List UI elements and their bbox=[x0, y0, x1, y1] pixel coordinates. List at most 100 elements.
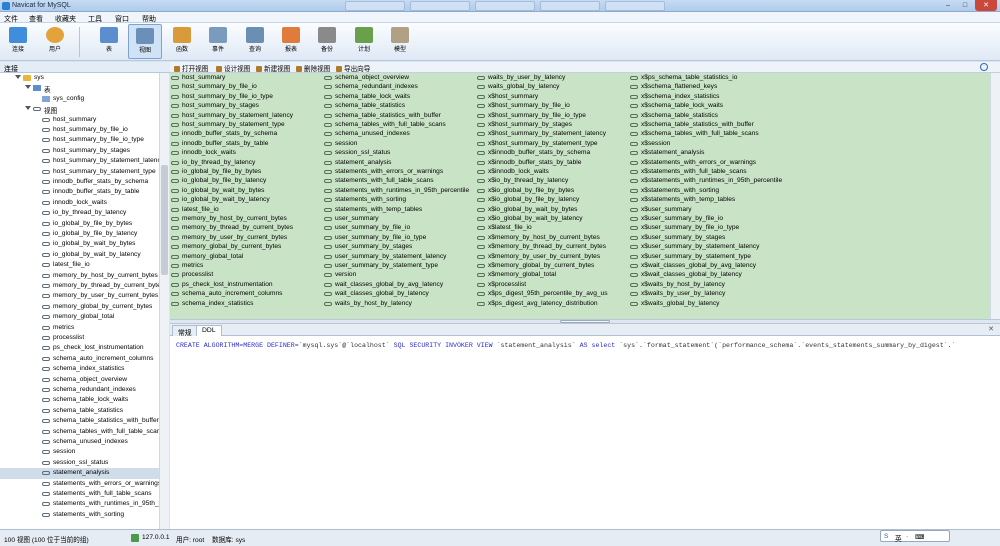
status-bar: 100 视图 (100 位于当前的组) 127.0.0.1 用户: root 数… bbox=[0, 529, 1000, 546]
tree-item-view[interactable]: innodb_lock_waits bbox=[0, 198, 159, 208]
view-item-label: metrics bbox=[182, 262, 204, 269]
tree-item-view[interactable]: host_summary_by_statement_type bbox=[0, 167, 159, 177]
open-view-button[interactable]: 打开视图 bbox=[174, 63, 208, 73]
tree-item-view[interactable]: schema_redundant_indexes bbox=[0, 385, 159, 395]
view-icon bbox=[477, 188, 485, 193]
tree-item-sys-config[interactable]: sys_config bbox=[0, 94, 159, 104]
tree-item-view[interactable]: schema_auto_increment_columns bbox=[0, 354, 159, 364]
view-icon bbox=[42, 356, 50, 361]
delete-view-button[interactable]: 删除视图 bbox=[296, 63, 330, 73]
view-icon bbox=[42, 159, 50, 164]
tree-item-view[interactable]: statements_with_full_table_scans bbox=[0, 489, 159, 499]
table-icon bbox=[100, 27, 118, 43]
splitter-grip[interactable] bbox=[560, 320, 610, 323]
tree-item-sys[interactable]: sys bbox=[0, 73, 159, 83]
tree-item-view[interactable]: memory_by_user_by_current_bytes bbox=[0, 291, 159, 301]
ime-punct[interactable]: · bbox=[906, 533, 908, 540]
export-wizard-button[interactable]: 导出向导 bbox=[336, 63, 370, 73]
tree-item-tables[interactable]: 表 bbox=[0, 83, 159, 94]
tree-item-views[interactable]: 视图 bbox=[0, 104, 159, 115]
connect-button[interactable]: 连接 bbox=[1, 24, 35, 59]
view-item-label: x$innodb_buffer_stats_by_table bbox=[488, 158, 582, 166]
connection-tree[interactable]: sys 表 sys_config 视图 host_summary host_sum… bbox=[0, 73, 159, 529]
view-item-label: memory_by_host_by_current_bytes bbox=[182, 215, 287, 222]
close-icon[interactable]: ✕ bbox=[988, 325, 994, 333]
chevron-down-icon[interactable] bbox=[25, 106, 31, 111]
tree-item-view[interactable]: processlist bbox=[0, 333, 159, 343]
table-button[interactable]: 表 bbox=[92, 24, 126, 59]
tree-item-view[interactable]: io_global_by_file_by_bytes bbox=[0, 219, 159, 229]
tree-item-view[interactable]: ps_check_lost_instrumentation bbox=[0, 343, 159, 353]
minimize-icon[interactable]: – bbox=[940, 0, 956, 11]
tree-item-view[interactable]: io_global_by_wait_by_bytes bbox=[0, 239, 159, 249]
view-item-label: io_global_by_file_by_bytes bbox=[182, 168, 262, 175]
tree-item-view[interactable]: statements_with_sorting bbox=[0, 510, 159, 520]
ddl-editor[interactable]: CREATE ALGORITHM=MERGE DEFINER=`mysql.sy… bbox=[170, 336, 1000, 529]
user-button[interactable]: 用户 bbox=[38, 24, 72, 59]
new-view-button[interactable]: 新建视图 bbox=[256, 63, 290, 73]
tree-item-view[interactable]: innodb_buffer_stats_by_table bbox=[0, 187, 159, 197]
report-button[interactable]: 报表 bbox=[274, 24, 308, 59]
view-item-label: schema_table_lock_waits bbox=[335, 92, 411, 100]
tree-item-view[interactable]: metrics bbox=[0, 323, 159, 333]
object-grid[interactable]: host_summary host_summary_by_file_io host_… bbox=[170, 73, 990, 319]
tree-item-view[interactable]: schema_unused_indexes bbox=[0, 437, 159, 447]
ddl-text[interactable]: CREATE ALGORITHM=MERGE DEFINER=`mysql.sy… bbox=[176, 342, 956, 349]
query-button[interactable]: 查询 bbox=[238, 24, 272, 59]
tab-ddl[interactable]: DDL bbox=[196, 325, 222, 336]
close-icon[interactable]: ✕ bbox=[975, 0, 997, 11]
tree-item-view[interactable]: schema_object_overview bbox=[0, 375, 159, 385]
tree-item-view[interactable]: io_global_by_file_by_latency bbox=[0, 229, 159, 239]
tree-item-view[interactable]: schema_index_statistics bbox=[0, 364, 159, 374]
keyboard-icon[interactable]: ⌨ bbox=[915, 533, 925, 541]
view-icon bbox=[324, 235, 332, 240]
tree-item-view[interactable]: host_summary_by_stages bbox=[0, 146, 159, 156]
tree-item-view[interactable]: schema_tables_with_full_table_scans bbox=[0, 427, 159, 437]
tree-scrollbar[interactable] bbox=[159, 73, 169, 529]
view-icon bbox=[171, 226, 179, 231]
tree-item-view[interactable]: statements_with_runtimes_in_95th_percent… bbox=[0, 499, 159, 509]
tree-item-view[interactable]: io_by_thread_by_latency bbox=[0, 208, 159, 218]
tree-item-view[interactable]: io_global_by_wait_by_latency bbox=[0, 250, 159, 260]
view-item-label: innodb_buffer_stats_by_schema bbox=[182, 130, 278, 138]
menu-bar: 文件 查看 收藏夹 工具 窗口 帮助 bbox=[0, 12, 1000, 23]
tree-item-view[interactable]: schema_table_statistics_with_buffer bbox=[0, 416, 159, 426]
ime-mode[interactable]: 英 bbox=[895, 533, 902, 543]
tree-scrollbar-thumb[interactable] bbox=[161, 165, 168, 275]
tree-item-view[interactable]: host_summary_by_file_io_type bbox=[0, 135, 159, 145]
ime-toolbar[interactable]: S 英 · ⌨ bbox=[880, 530, 950, 543]
view-icon bbox=[630, 132, 638, 137]
tree-item-view[interactable]: schema_table_statistics bbox=[0, 406, 159, 416]
schedule-button[interactable]: 计划 bbox=[347, 24, 381, 59]
tree-item-view[interactable]: host_summary_by_file_io bbox=[0, 125, 159, 135]
chevron-down-icon[interactable] bbox=[15, 75, 21, 79]
ime-logo-icon[interactable]: S bbox=[884, 533, 888, 540]
tree-item-view[interactable]: latest_file_io bbox=[0, 260, 159, 270]
tree-item-view[interactable]: memory_by_host_by_current_bytes bbox=[0, 271, 159, 281]
tree-item-view[interactable]: memory_global_total bbox=[0, 312, 159, 322]
tab-general[interactable]: 常规 bbox=[172, 325, 198, 337]
function-button[interactable]: 函数 bbox=[165, 24, 199, 59]
taskbar-ghost-2 bbox=[410, 1, 470, 11]
design-view-button[interactable]: 设计视图 bbox=[216, 63, 250, 73]
view-item-label: host_summary_by_statement_latency bbox=[182, 111, 294, 119]
object-grid-scrollbar[interactable] bbox=[990, 73, 1000, 319]
event-button[interactable]: 事件 bbox=[201, 24, 235, 59]
tree-item-view[interactable]: memory_by_thread_by_current_bytes bbox=[0, 281, 159, 291]
tree-item-view[interactable]: schema_table_lock_waits bbox=[0, 395, 159, 405]
tree-item-view[interactable]: host_summary bbox=[0, 115, 159, 125]
tree-item-view[interactable]: session_ssl_status bbox=[0, 458, 159, 468]
search-icon[interactable] bbox=[980, 63, 988, 71]
tree-item-view[interactable]: statements_with_errors_or_warnings bbox=[0, 479, 159, 489]
chevron-down-icon[interactable] bbox=[25, 85, 31, 90]
model-button[interactable]: 模型 bbox=[383, 24, 417, 59]
tree-item-view[interactable]: innodb_buffer_stats_by_schema bbox=[0, 177, 159, 187]
backup-button[interactable]: 备份 bbox=[310, 24, 344, 59]
tree-item-view[interactable]: memory_global_by_current_bytes bbox=[0, 302, 159, 312]
tree-item-view[interactable]: statement_analysis bbox=[0, 468, 159, 479]
view-button[interactable]: 视图 bbox=[128, 24, 162, 59]
view-item-label: x$host_summary_by_file_io_type bbox=[488, 111, 586, 119]
tree-item-view[interactable]: host_summary_by_statement_latency bbox=[0, 156, 159, 166]
maximize-icon[interactable]: □ bbox=[957, 0, 973, 11]
tree-item-view[interactable]: session bbox=[0, 447, 159, 457]
